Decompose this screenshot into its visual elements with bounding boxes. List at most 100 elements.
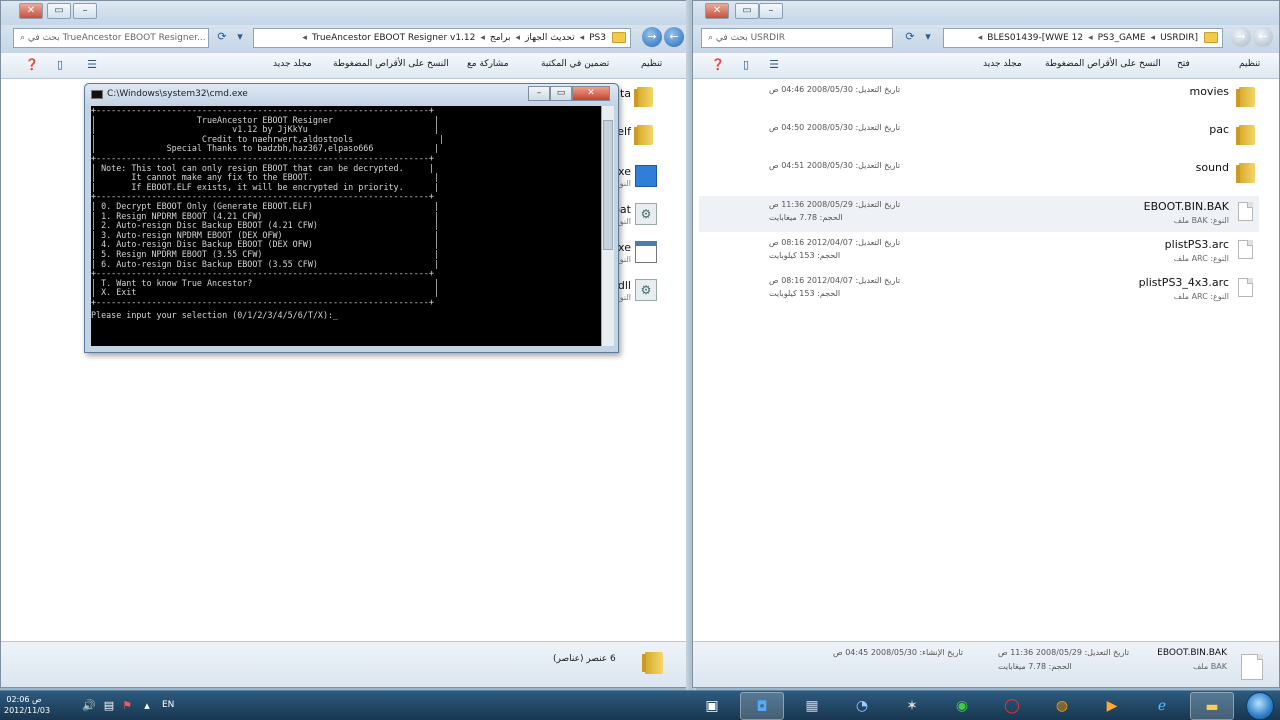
- show-hidden-icons[interactable]: ▴: [140, 699, 154, 713]
- firefox-taskbar-icon[interactable]: ◍: [1040, 692, 1084, 720]
- app-taskbar-icon[interactable]: ◘: [740, 692, 784, 720]
- right-back-button[interactable]: ←: [1253, 27, 1273, 47]
- breadcrumb-item[interactable]: تحديث الجهاز: [525, 33, 575, 43]
- console-prompt: Please input your selection (0/1/2/3/4/5…: [91, 310, 339, 321]
- burn-button[interactable]: النسخ على الأقراص المضغوطة: [333, 59, 449, 69]
- cmd-maximize-button[interactable]: ▭: [550, 86, 572, 101]
- network-icon[interactable]: ▤: [102, 699, 116, 713]
- help-icon[interactable]: ❓: [25, 58, 39, 72]
- new-folder-button[interactable]: مجلد جديد: [273, 59, 312, 69]
- right-window-maximize-button[interactable]: ▭: [735, 3, 759, 19]
- left-window-minimize-button[interactable]: –: [73, 3, 97, 19]
- ps3-tool-taskbar-icon[interactable]: ◔: [840, 692, 884, 720]
- action-center-icon[interactable]: ⚑: [120, 699, 134, 713]
- left-refresh-icon[interactable]: ⟳: [215, 30, 229, 44]
- view-options-icon[interactable]: ☰: [767, 58, 781, 72]
- view-options-icon[interactable]: ☰: [85, 58, 99, 72]
- volume-icon[interactable]: 🔊: [82, 699, 96, 713]
- details-file-type: BAK ملف: [1193, 662, 1227, 671]
- file-type: النوع: ARC ملف: [1173, 254, 1229, 263]
- breadcrumb-item[interactable]: PS3_GAME: [1098, 33, 1146, 43]
- left-address-bar[interactable]: PS3◂تحديث الجهاز◂برامج◂TrueAncestor EBOO…: [253, 28, 631, 48]
- right-dropdown-icon[interactable]: ▾: [921, 30, 935, 44]
- right-window-close-button[interactable]: ✕: [705, 3, 729, 19]
- right-explorer-window: ✕ ▭ – ⌕ بحث في USRDIR ⟳ ▾ [BLES01439-[WW…: [692, 0, 1280, 688]
- cmd-taskbar-icon[interactable]: ▣: [690, 692, 734, 720]
- start-orb-icon[interactable]: [1246, 692, 1274, 720]
- console-output[interactable]: +---------------------------------------…: [91, 106, 601, 346]
- console-scrollbar[interactable]: [601, 106, 614, 346]
- include-in-library-button[interactable]: تضمين في المكتبة: [541, 59, 609, 69]
- file-row[interactable]: plistPS3.arc النوع: ARC ملف تاريخ التعديل:…: [699, 234, 1259, 270]
- file-modified-date: تاريخ التعديل: 2012/04/07 08:16 ص: [769, 238, 901, 247]
- right-window-minimize-button[interactable]: –: [759, 3, 783, 19]
- app-icon: [635, 165, 657, 187]
- preview-pane-icon[interactable]: ▯: [53, 58, 67, 72]
- folder-icon: [1236, 163, 1255, 183]
- media-player-taskbar-icon[interactable]: ▶: [1090, 692, 1134, 720]
- cmd-minimize-button[interactable]: –: [528, 86, 550, 101]
- right-file-list: movies تاريخ التعديل: 2008/05/30 04:46 ص p…: [693, 79, 1279, 641]
- breadcrumb-item[interactable]: برامج: [490, 33, 511, 43]
- file-size: الحجم: 153 كيلوبايت: [769, 251, 841, 260]
- details-pane: EBOOT.BIN.BAK BAK ملف تاريخ التعديل: 200…: [693, 641, 1279, 687]
- file-size: الحجم: 153 كيلوبايت: [769, 289, 841, 298]
- left-window-caption-bar: ✕ ▭ –: [1, 1, 689, 25]
- left-window-close-button[interactable]: ✕: [19, 3, 43, 19]
- organize-button[interactable]: تنظيم: [1239, 59, 1260, 69]
- star-tool-taskbar-icon[interactable]: ✶: [890, 692, 934, 720]
- help-icon[interactable]: ❓: [711, 58, 725, 72]
- breadcrumb-item[interactable]: PS3: [589, 33, 606, 43]
- tray-clock[interactable]: 02:06 ص 2012/11/03: [4, 694, 50, 716]
- preview-pane-icon[interactable]: ▯: [739, 58, 753, 72]
- file-row[interactable]: EBOOT.BIN.BAK النوع: BAK ملف تاريخ التعديل…: [699, 196, 1259, 232]
- address-folder-icon: [1204, 32, 1218, 43]
- explorer-taskbar-icon[interactable]: ▦: [790, 692, 834, 720]
- breadcrumb-item[interactable]: USRDIR: [1160, 33, 1194, 43]
- file-name: movies: [1189, 85, 1229, 98]
- right-search-input[interactable]: ⌕ بحث في USRDIR: [701, 28, 893, 48]
- language-indicator[interactable]: EN: [162, 700, 174, 710]
- right-refresh-icon[interactable]: ⟳: [903, 30, 917, 44]
- folder-icon: [634, 125, 653, 145]
- right-forward-button[interactable]: →: [1231, 27, 1251, 47]
- open-button[interactable]: فتح: [1177, 59, 1190, 69]
- file-row[interactable]: movies تاريخ التعديل: 2008/05/30 04:46 ص: [699, 81, 1259, 117]
- cmd-title: C:\Windows\system32\cmd.exe: [107, 89, 248, 99]
- folder-taskbar-icon[interactable]: ▬: [1190, 692, 1234, 720]
- new-folder-button[interactable]: مجلد جديد: [983, 59, 1022, 69]
- file-icon: [1241, 654, 1263, 680]
- file-icon: [1238, 278, 1253, 297]
- left-back-button[interactable]: ←: [664, 27, 684, 47]
- cmd-title-bar[interactable]: C:\Windows\system32\cmd.exe – ▭ ✕: [85, 84, 618, 106]
- scrollbar-thumb[interactable]: [603, 120, 613, 250]
- opera-taskbar-icon[interactable]: ◯: [990, 692, 1034, 720]
- item-count-status: 6 عنصر (عناصر): [553, 654, 616, 664]
- ie-taskbar-icon[interactable]: ℯ: [1140, 692, 1184, 720]
- left-address-row: ⌕ بحث في TrueAncestor EBOOT Resigner... …: [1, 25, 689, 53]
- share-with-button[interactable]: مشاركة مع: [467, 59, 509, 69]
- cmd-window[interactable]: C:\Windows\system32\cmd.exe – ▭ ✕ +-----…: [84, 83, 619, 353]
- left-window-maximize-button[interactable]: ▭: [47, 3, 71, 19]
- file-name: EBOOT.BIN.BAK: [1143, 200, 1229, 213]
- left-dropdown-icon[interactable]: ▾: [233, 30, 247, 44]
- right-address-row: ⌕ بحث في USRDIR ⟳ ▾ [BLES01439-[WWE 12◂ P…: [693, 25, 1279, 53]
- file-row[interactable]: sound تاريخ التعديل: 2008/05/30 04:51 ص: [699, 157, 1259, 193]
- file-icon: [1238, 202, 1253, 221]
- breadcrumb-item[interactable]: TrueAncestor EBOOT Resigner v1.12: [312, 33, 475, 43]
- window-icon: [635, 241, 657, 263]
- right-address-bar[interactable]: [BLES01439-[WWE 12◂ PS3_GAME ◂ USRDIR◂: [943, 28, 1223, 48]
- left-forward-button[interactable]: →: [642, 27, 662, 47]
- file-row[interactable]: pac تاريخ التعديل: 2008/05/30 04:50 ص: [699, 119, 1259, 155]
- search-icon: ⌕: [20, 33, 28, 43]
- cmd-close-button[interactable]: ✕: [572, 86, 610, 101]
- file-row[interactable]: plistPS3_4x3.arc النوع: ARC ملف تاريخ التع…: [699, 272, 1259, 308]
- file-name: pac: [1209, 123, 1229, 136]
- left-search-input[interactable]: ⌕ بحث في TrueAncestor EBOOT Resigner...: [13, 28, 209, 48]
- right-window-caption-bar: ✕ ▭ –: [693, 1, 1279, 25]
- cmd-icon: [91, 90, 103, 99]
- chrome-taskbar-icon[interactable]: ◉: [940, 692, 984, 720]
- organize-button[interactable]: تنظيم: [641, 59, 662, 69]
- file-name: plistPS3_4x3.arc: [1138, 276, 1229, 289]
- burn-button[interactable]: النسخ على الأقراص المضغوطة: [1045, 59, 1161, 69]
